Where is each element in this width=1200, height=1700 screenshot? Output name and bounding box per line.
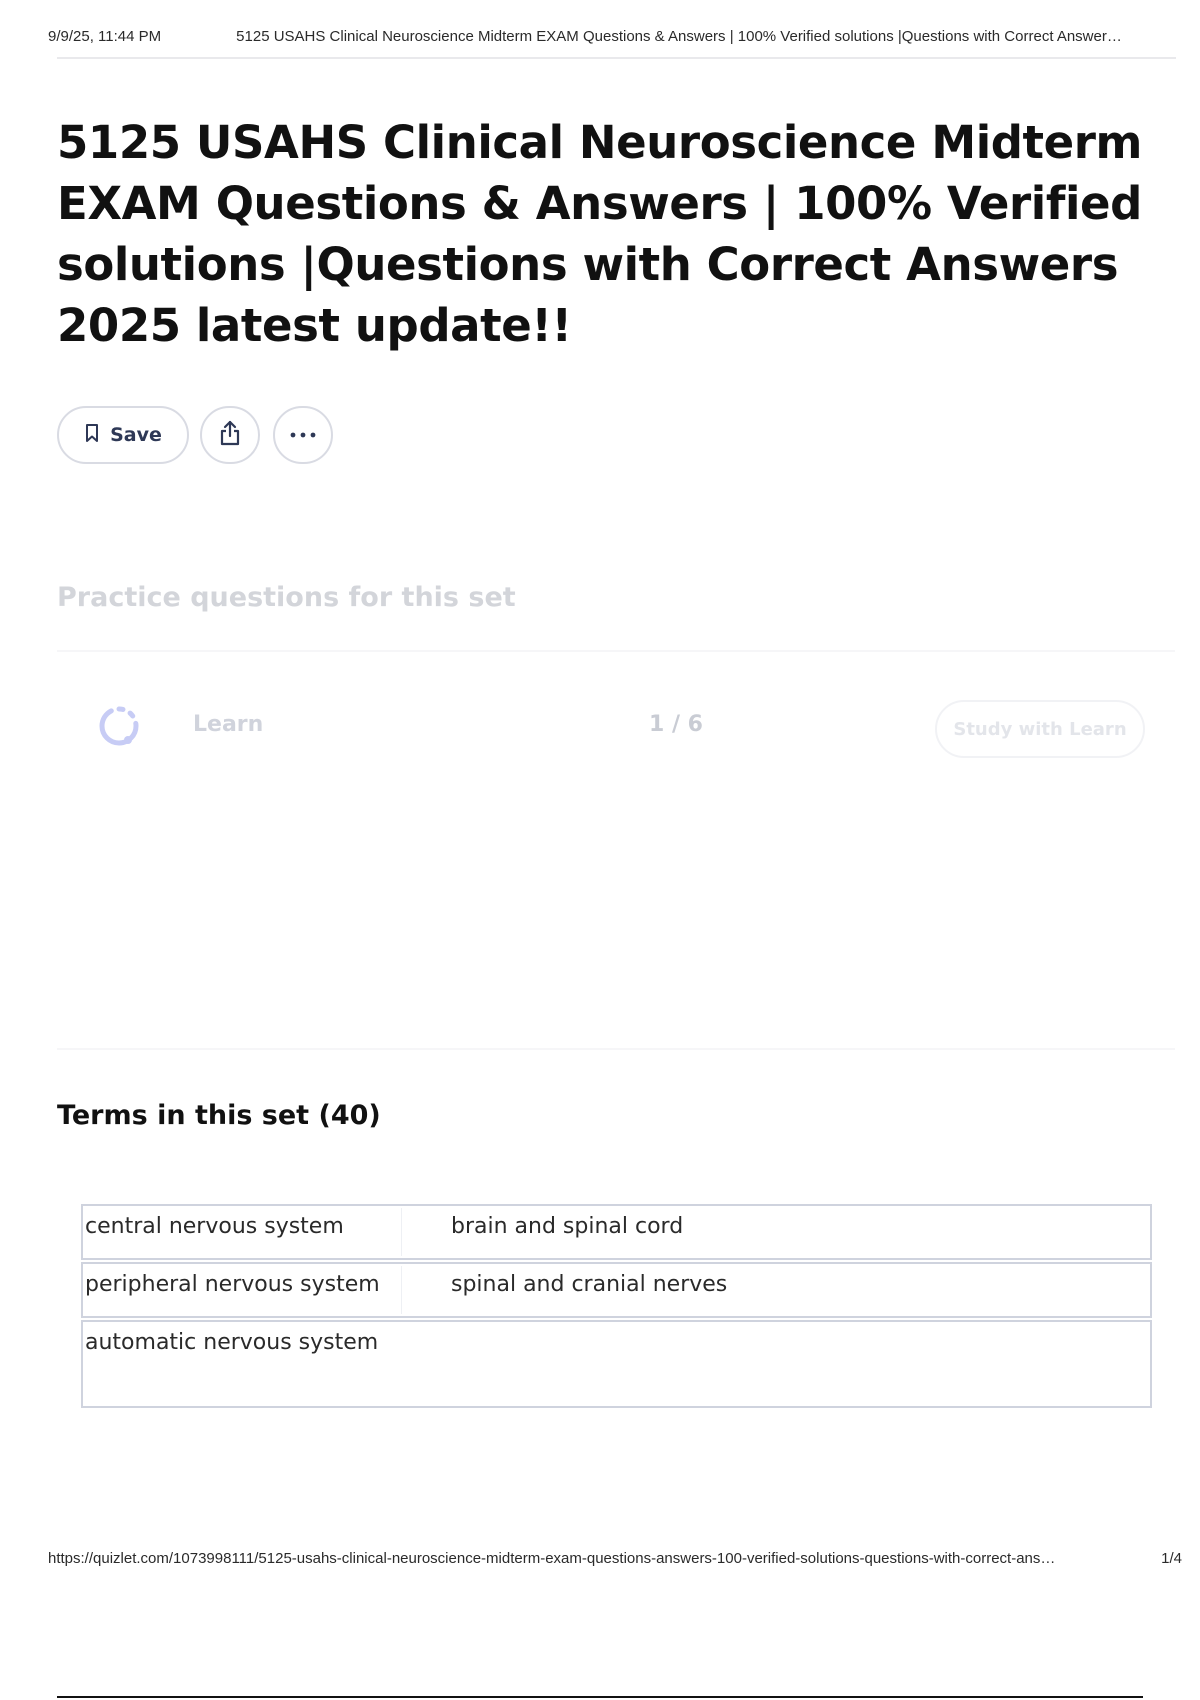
more-icon [289, 426, 317, 444]
table-row: peripheral nervous system spinal and cra… [81, 1262, 1152, 1318]
term-text: central nervous system [85, 1214, 344, 1239]
page-title: 5125 USAHS Clinical Neuroscience Midterm… [57, 116, 1143, 352]
question-counter: 1 / 6 [649, 712, 703, 737]
table-row: automatic nervous system [81, 1320, 1152, 1408]
header-divider [57, 57, 1176, 59]
bottom-divider [57, 1696, 1143, 1698]
definition-text: brain and spinal cord [451, 1214, 684, 1239]
term-text: peripheral nervous system [85, 1272, 380, 1297]
more-options-button[interactable] [273, 406, 333, 464]
share-button[interactable] [200, 406, 260, 464]
print-header: 9/9/25, 11:44 PM 5125 USAHS Clinical Neu… [48, 28, 1176, 50]
cell-divider [401, 1266, 402, 1314]
print-page-title: 5125 USAHS Clinical Neuroscience Midterm… [236, 28, 1122, 45]
page-number: 1/4 [1161, 1550, 1182, 1567]
term-text: automatic nervous system [85, 1330, 379, 1355]
save-button[interactable]: Save [57, 406, 189, 464]
terms-heading: Terms in this set (40) [57, 1100, 381, 1131]
study-with-learn-button[interactable]: Study with Learn [935, 700, 1145, 758]
learn-mode-icon [97, 704, 141, 748]
table-row: central nervous system brain and spinal … [81, 1204, 1152, 1260]
definition-text: spinal and cranial nerves [451, 1272, 728, 1297]
print-footer: https://quizlet.com/1073998111/5125-usah… [48, 1550, 1182, 1572]
practice-card: Learn 1 / 6 Study with Learn [57, 650, 1175, 1050]
terms-table: central nervous system brain and spinal … [81, 1204, 1152, 1410]
page-url: https://quizlet.com/1073998111/5125-usah… [48, 1550, 1056, 1567]
share-icon [218, 419, 242, 452]
cell-divider [401, 1208, 402, 1256]
learn-row: Learn 1 / 6 Study with Learn [97, 692, 1145, 758]
practice-heading: Practice questions for this set [57, 582, 516, 613]
learn-mode-label: Learn [193, 712, 264, 737]
save-label: Save [110, 424, 162, 446]
print-datetime: 9/9/25, 11:44 PM [48, 28, 162, 45]
bookmark-icon [84, 423, 100, 448]
